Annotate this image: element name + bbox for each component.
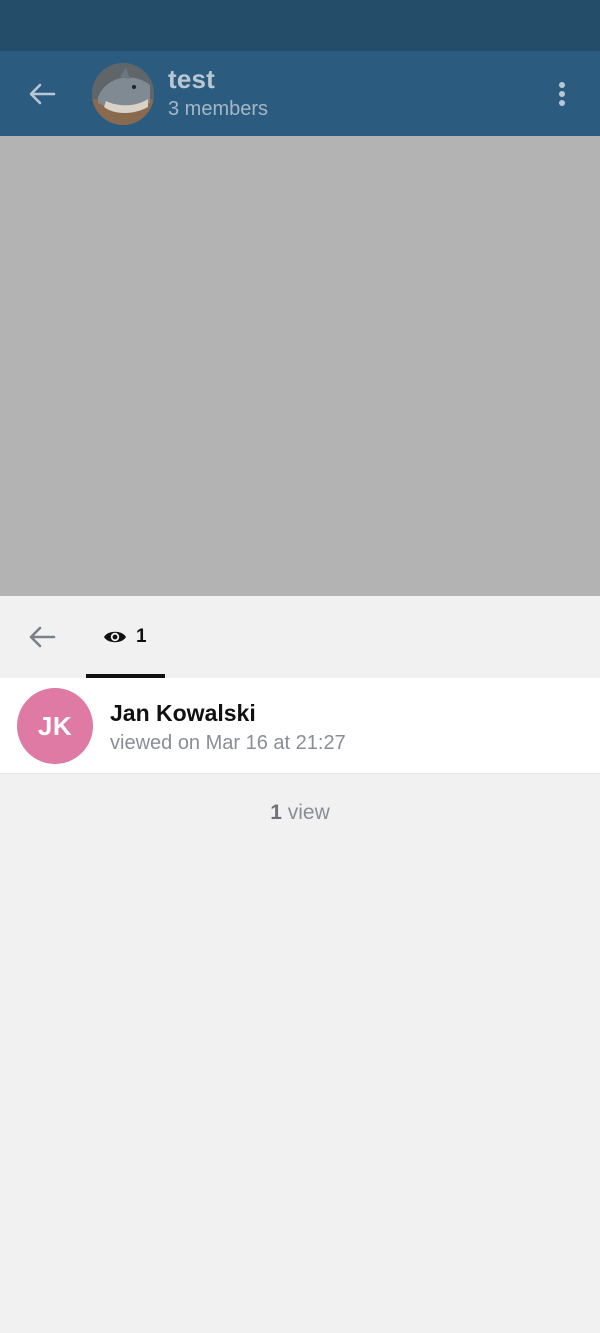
header-back-button[interactable] (24, 79, 60, 109)
app-screen: test 3 members 1 JK Jan Kowalski viewed … (0, 0, 600, 1333)
header-more-button[interactable] (548, 77, 576, 111)
shark-photo (92, 63, 154, 125)
group-avatar[interactable] (92, 63, 154, 125)
views-summary-count: 1 (270, 801, 282, 824)
eye-icon (104, 631, 126, 643)
tab-views-count: 1 (136, 626, 147, 647)
arrow-left-icon (29, 83, 56, 105)
viewer-name: Jan Kowalski (110, 700, 256, 726)
status-bar (0, 0, 600, 51)
chat-header: test 3 members (0, 51, 600, 136)
views-sheet: 1 JK Jan Kowalski viewed on Mar 16 at 21… (0, 596, 600, 1333)
views-tab-bar: 1 (0, 596, 600, 678)
avatar: JK (17, 688, 93, 764)
tab-views[interactable]: 1 (86, 596, 165, 678)
views-summary-label: view (287, 801, 330, 824)
viewer-list-item[interactable]: JK Jan Kowalski viewed on Mar 16 at 21:2… (0, 678, 600, 774)
viewer-viewed-time: viewed on Mar 16 at 21:27 (110, 732, 346, 754)
dimmed-chat-overlay[interactable] (0, 136, 600, 596)
chat-title[interactable]: test (168, 64, 215, 95)
arrow-left-icon (29, 626, 56, 648)
more-vertical-icon (559, 82, 565, 106)
chat-member-count: 3 members (168, 98, 269, 120)
sheet-back-button[interactable] (24, 620, 60, 654)
views-summary: 1 view (0, 801, 600, 825)
